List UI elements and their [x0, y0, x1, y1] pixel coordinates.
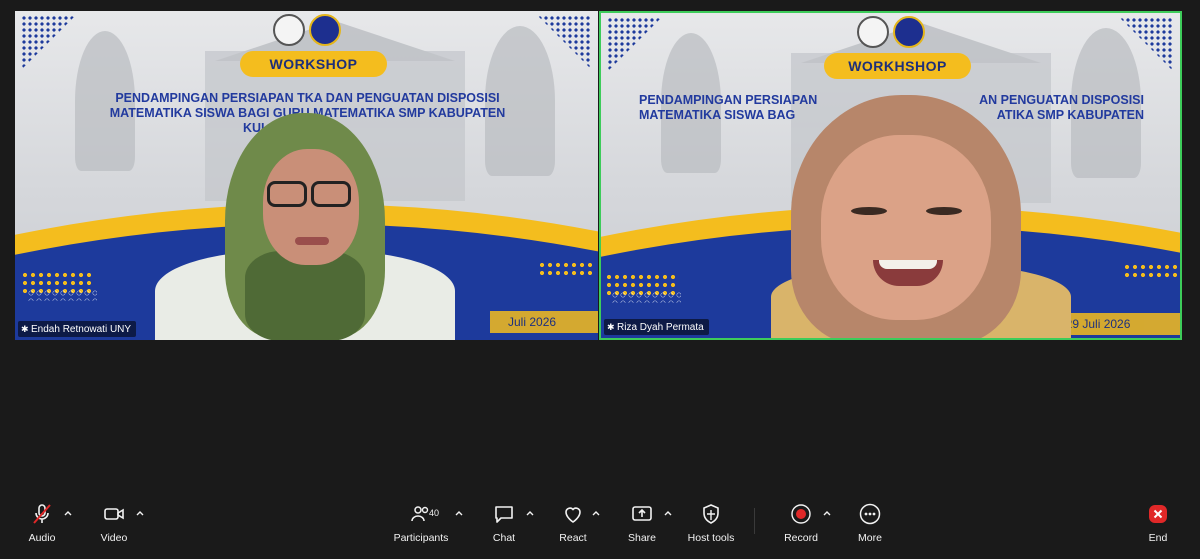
mic-muted-icon — [33, 504, 51, 524]
decorative-dots — [538, 261, 594, 277]
share-screen-icon — [632, 506, 652, 521]
video-options-chevron-icon[interactable] — [134, 507, 146, 519]
logo-left — [273, 14, 305, 46]
participant-count: 40 — [429, 508, 440, 518]
share-label: Share — [627, 532, 657, 544]
participants-button[interactable]: 40 Participants — [386, 502, 456, 548]
video-tile-endah[interactable]: WORKSHOP PENDAMPINGAN PERSIAPAN TKA DAN … — [15, 11, 598, 340]
react-options-chevron-icon[interactable] — [590, 507, 602, 519]
video-camera-icon — [104, 508, 124, 520]
logo-uny — [309, 14, 341, 46]
video-tile-riza[interactable]: WORKHSHOP PENDAMPINGAN PERSIAPAN AN PENGU… — [599, 11, 1182, 340]
pin-icon: ✱ — [607, 322, 615, 332]
chat-label: Chat — [492, 532, 516, 544]
logo-left — [857, 16, 889, 48]
participant-video-endah — [145, 111, 465, 340]
decorative-dots — [27, 289, 97, 301]
pin-icon: ✱ — [21, 324, 29, 334]
heart-icon — [565, 507, 581, 523]
chat-options-chevron-icon[interactable] — [524, 507, 536, 519]
video-gallery: WORKSHOP PENDAMPINGAN PERSIAPAN TKA DAN … — [0, 0, 1200, 490]
institution-logos — [273, 14, 341, 48]
toolbar-divider — [754, 508, 755, 534]
participants-options-chevron-icon[interactable] — [453, 507, 465, 519]
participant-video-riza — [751, 95, 1081, 338]
more-dots-icon — [859, 503, 881, 525]
record-label: Record — [784, 532, 818, 544]
host-tools-button[interactable]: Host tools — [676, 502, 746, 548]
workshop-badge: WORKSHOP — [240, 51, 387, 77]
institution-logos — [857, 16, 925, 50]
more-label: More — [858, 532, 882, 544]
end-label: End — [1148, 532, 1168, 544]
participant-name-tag: ✱ Riza Dyah Permata — [604, 319, 709, 335]
participant-name-tag: ✱ Endah Retnowati UNY — [18, 321, 137, 337]
audio-options-chevron-icon[interactable] — [62, 507, 74, 519]
record-options-chevron-icon[interactable] — [821, 507, 833, 519]
audio-label: Audio — [28, 532, 56, 544]
share-options-chevron-icon[interactable] — [662, 507, 674, 519]
decorative-dots — [611, 291, 681, 303]
chat-bubble-icon — [495, 506, 513, 523]
end-call-icon — [1149, 505, 1167, 523]
decorative-dots — [1123, 263, 1179, 279]
participants-label: Participants — [393, 532, 449, 544]
workshop-badge: WORKHSHOP — [824, 53, 971, 79]
host-tools-label: Host tools — [687, 532, 735, 544]
react-label: React — [559, 532, 587, 544]
meeting-toolbar: Audio Video 40 Participants Chat React S… — [0, 490, 1200, 559]
event-date: Juli 2026 — [490, 311, 598, 333]
more-button[interactable]: More — [835, 502, 905, 548]
shield-icon — [703, 504, 719, 524]
video-label: Video — [100, 532, 128, 544]
end-meeting-button[interactable]: End — [1123, 502, 1193, 548]
record-icon — [791, 504, 811, 524]
logo-uny — [893, 16, 925, 48]
